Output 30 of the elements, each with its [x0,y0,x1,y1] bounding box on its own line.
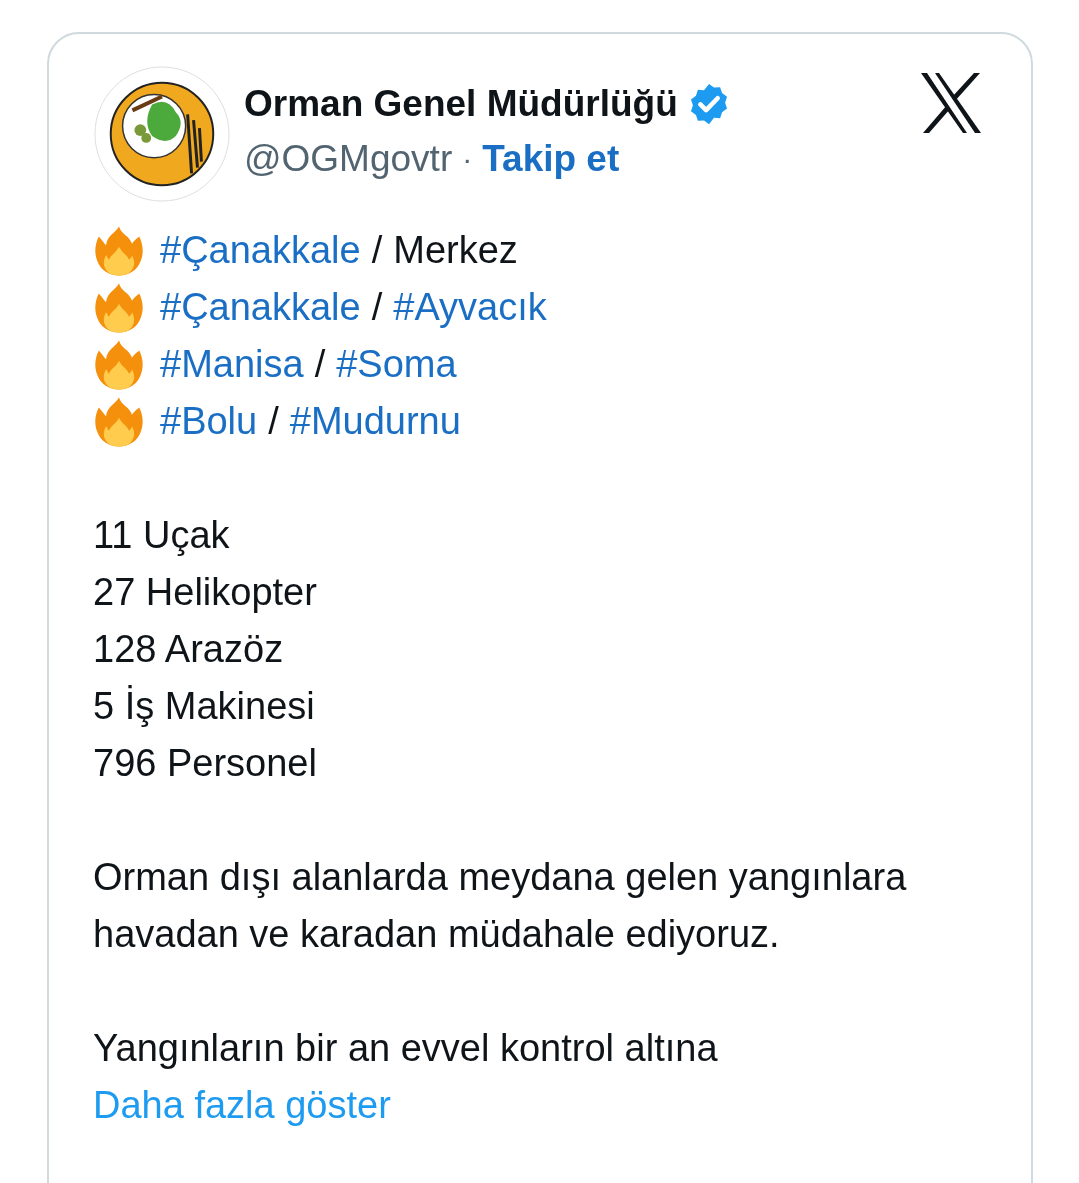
location-text: / [371,285,383,330]
fire-icon [93,395,145,448]
location-text: / [371,228,383,273]
hashtag-link[interactable]: #Çanakkale [160,222,361,279]
location-text: Merkez [393,228,518,273]
separator-dot: · [462,142,473,176]
account-name[interactable]: Orman Genel Müdürlüğü [244,83,678,125]
post-paragraph: Orman dışı alanlarda meydana gelen yangınlara havadan ve karadan müdahale ediyoruz. [93,855,908,957]
hashtag-link[interactable]: #Çanakkale [160,279,361,336]
hashtag-link[interactable]: #Mudurnu [289,393,461,450]
stat-line: 27 Helikopter [93,570,318,615]
account-handle[interactable]: @OGMgovtr [244,138,453,180]
hashtag-link[interactable]: #Ayvacık [393,279,547,336]
stat-line: 128 Arazöz [93,627,285,672]
location-text: / [268,399,279,444]
fire-icon [93,338,145,391]
fire-icon [93,224,145,277]
avatar-logo-icon[interactable] [93,65,231,203]
post-paragraph: Yangınların bir an evvel kontrol altına Daha fazla göster [93,1026,719,1128]
stat-line: 796 Personel [93,741,318,786]
hashtag-link[interactable]: #Manisa [160,336,304,393]
x-logo-icon[interactable] [919,73,983,133]
hashtag-link[interactable]: #Bolu [160,393,258,450]
show-more-link[interactable]: Daha fazla göster [93,1084,391,1126]
hashtag-link[interactable]: #Soma [336,336,457,393]
stat-line: 11 Uçak [93,513,231,558]
location-text: / [314,342,326,387]
stat-line: 5 İş Makinesi [93,684,316,729]
fire-icon [93,281,145,334]
follow-link[interactable]: Takip et [482,138,620,180]
